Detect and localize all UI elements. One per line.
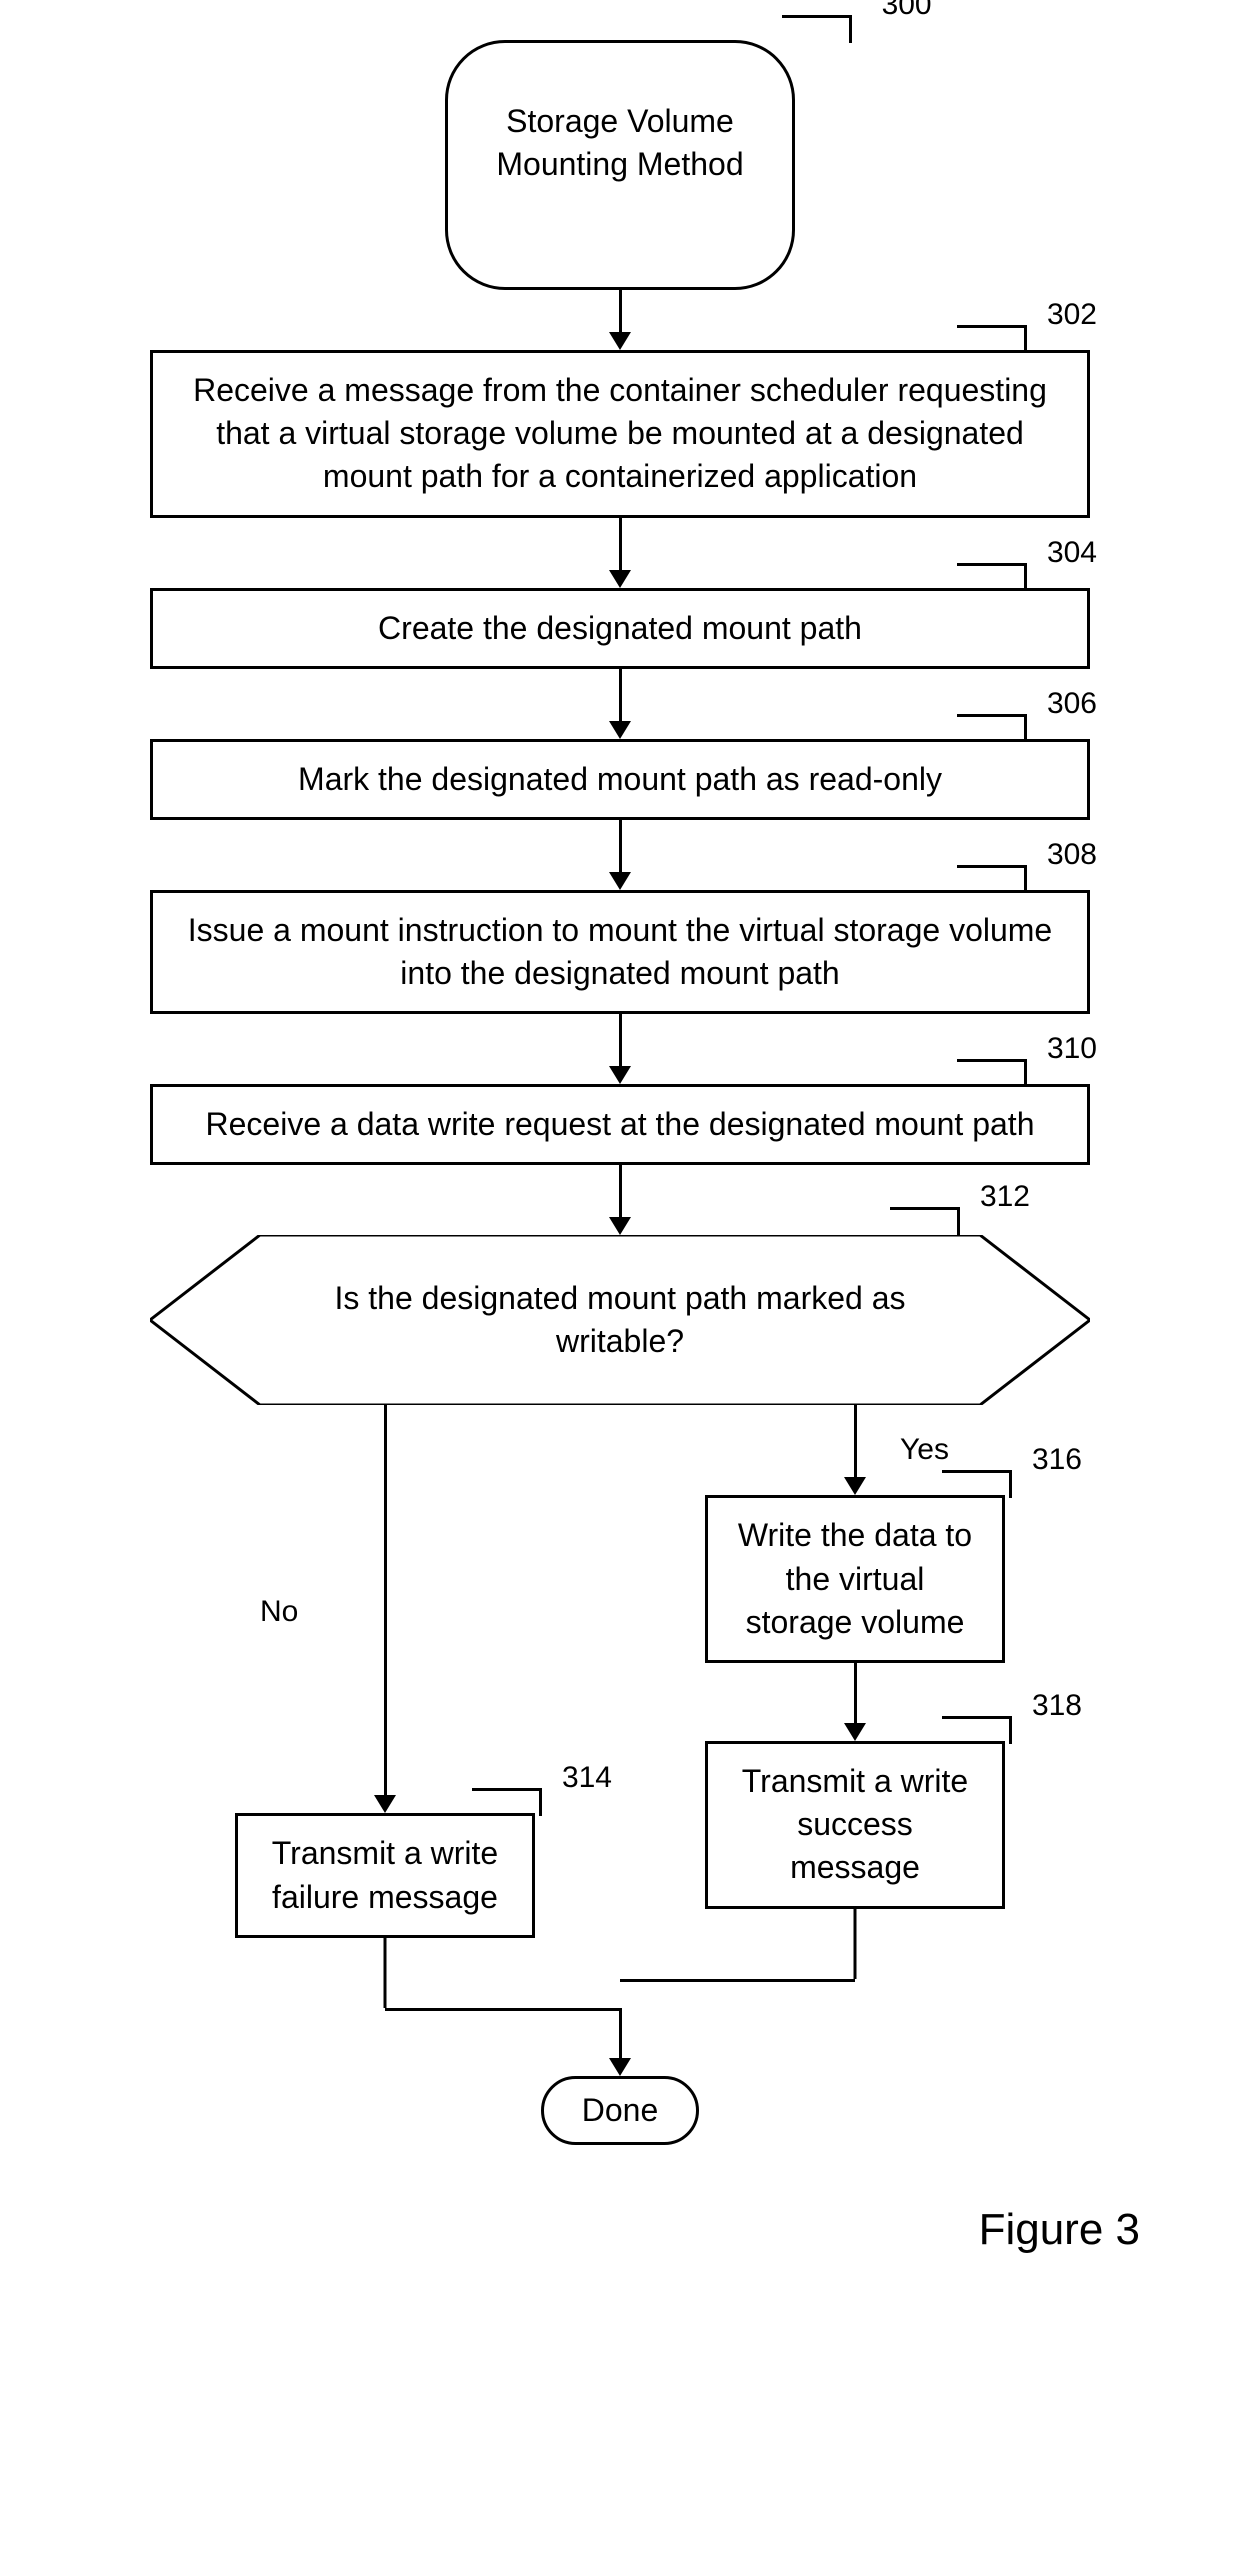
process-304-text: Create the designated mount path	[378, 610, 862, 646]
ref-304: 304	[1047, 533, 1097, 574]
decision-312: Is the designated mount path marked as w…	[150, 1235, 1090, 1405]
process-314-text: Transmit a write failure message	[272, 1835, 498, 1914]
process-318: Transmit a write success message 318	[705, 1741, 1005, 1909]
arrow	[609, 518, 631, 588]
arrow-merge	[609, 2008, 631, 2076]
process-306: Mark the designated mount path as read-o…	[150, 739, 1090, 820]
ref-306: 306	[1047, 684, 1097, 725]
ref-310: 310	[1047, 1029, 1097, 1070]
terminal-start-text: Storage Volume Mounting Method	[496, 103, 743, 182]
process-318-text: Transmit a write success message	[742, 1763, 968, 1885]
edge-no: No	[260, 1595, 298, 1629]
flowchart: Storage Volume Mounting Method 300 Recei…	[80, 40, 1160, 2145]
figure-caption: Figure 3	[80, 2205, 1160, 2255]
ref-308: 308	[1047, 835, 1097, 876]
process-308-text: Issue a mount instruction to mount the v…	[188, 912, 1052, 991]
arrow	[609, 1014, 631, 1084]
ref-316: 316	[1032, 1440, 1082, 1481]
decision-312-text: Is the designated mount path marked as w…	[150, 1277, 1090, 1363]
process-302: Receive a message from the container sch…	[150, 350, 1090, 518]
arrow	[609, 1165, 631, 1235]
arrow	[609, 669, 631, 739]
ref-318: 318	[1032, 1686, 1082, 1727]
process-306-text: Mark the designated mount path as read-o…	[298, 761, 942, 797]
ref-300: 300	[882, 0, 932, 26]
ref-312: 312	[980, 1177, 1030, 1218]
terminal-done: Done	[541, 2076, 700, 2145]
process-314: Transmit a write failure message 314	[235, 1813, 535, 1937]
arrow-no	[374, 1405, 396, 1813]
arrow	[609, 290, 631, 350]
process-308: Issue a mount instruction to mount the v…	[150, 890, 1090, 1014]
terminal-done-text: Done	[582, 2092, 659, 2128]
ref-314: 314	[562, 1758, 612, 1799]
process-302-text: Receive a message from the container sch…	[193, 372, 1047, 494]
arrow	[609, 820, 631, 890]
ref-302: 302	[1047, 295, 1097, 336]
edge-yes: Yes	[900, 1433, 949, 1467]
process-304: Create the designated mount path 304	[150, 588, 1090, 669]
process-316-text: Write the data to the virtual storage vo…	[738, 1517, 972, 1639]
process-316: Write the data to the virtual storage vo…	[705, 1495, 1005, 1663]
arrow-yes-2	[844, 1663, 866, 1741]
arrow-yes-1	[844, 1405, 866, 1495]
process-310: Receive a data write request at the desi…	[150, 1084, 1090, 1165]
branch-container: No Transmit a write failure message 314	[150, 1405, 1090, 2057]
process-310-text: Receive a data write request at the desi…	[206, 1106, 1035, 1142]
terminal-start: Storage Volume Mounting Method 300	[445, 40, 794, 290]
